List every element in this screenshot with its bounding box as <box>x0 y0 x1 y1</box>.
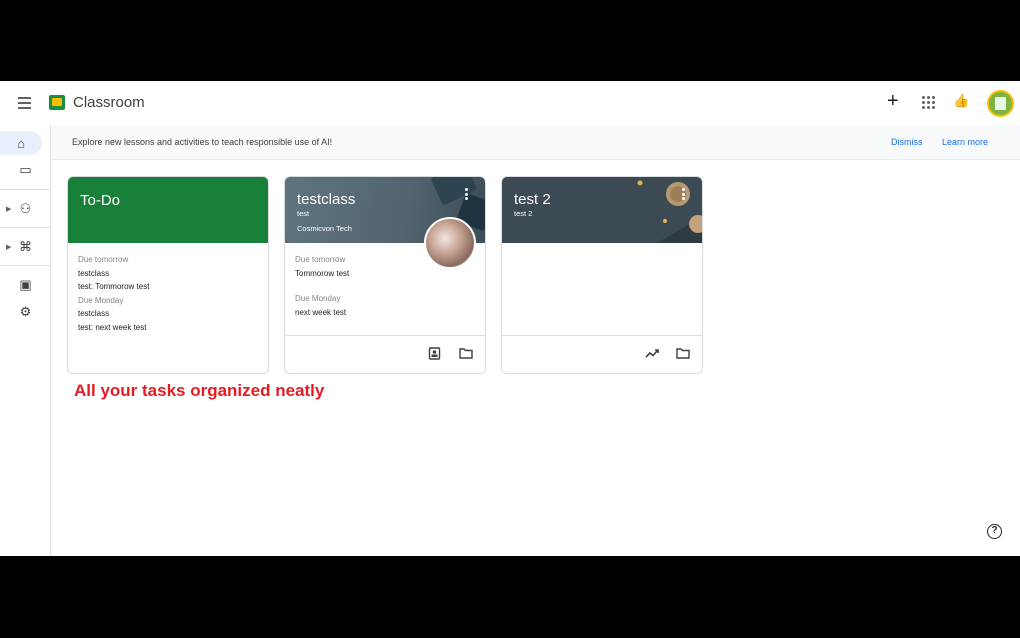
due-label: Due tomorrow <box>295 255 346 264</box>
dismiss-button[interactable]: Dismiss <box>891 137 923 147</box>
todo-item[interactable]: testclass <box>78 307 258 321</box>
graduation-cap-icon: ⌘ <box>19 239 32 254</box>
todo-item[interactable]: test: next week test <box>78 321 258 335</box>
due-label: Due Monday <box>78 295 124 305</box>
due-label: Due Monday <box>295 294 341 303</box>
learn-more-link[interactable]: Learn more <box>942 137 988 147</box>
todo-card-title[interactable]: To-Do <box>80 192 120 209</box>
create-join-class-button[interactable]: + <box>887 91 899 111</box>
sidebar-item-calendar[interactable]: ▭ <box>0 158 51 182</box>
promo-caption: All your tasks organized neatly <box>74 381 325 400</box>
header-illustration <box>637 180 702 243</box>
classroom-logo-icon[interactable] <box>49 95 65 110</box>
ai-lessons-banner: Explore new lessons and activities to te… <box>51 125 1020 160</box>
more-options-icon[interactable] <box>462 188 470 202</box>
assignment-item[interactable]: next week test <box>295 306 475 320</box>
trending-up-icon[interactable] <box>645 347 659 359</box>
home-icon: ⌂ <box>17 135 25 151</box>
folder-icon[interactable] <box>676 347 690 359</box>
class-card-header[interactable]: test 2 test 2 <box>502 177 702 243</box>
class-card-section: test <box>297 209 310 218</box>
google-apps-icon[interactable] <box>922 96 935 109</box>
app-title[interactable]: Classroom <box>73 94 145 111</box>
sidebar-item-enrolled[interactable]: ▶ ⌘ <box>0 235 51 259</box>
settings-icon: ⚙ <box>19 304 32 319</box>
sidebar-divider <box>0 265 51 266</box>
main-menu-icon[interactable] <box>14 94 34 112</box>
top-bar: Classroom + 👍 <box>0 81 1020 125</box>
todo-card[interactable]: To-Do Due tomorrow testclass test: Tommo… <box>67 176 269 374</box>
sidebar-divider <box>0 227 51 228</box>
more-options-icon[interactable] <box>679 188 687 202</box>
class-card-test2[interactable]: test 2 test 2 <box>501 176 703 374</box>
expand-arrow-icon[interactable]: ▶ <box>6 243 11 251</box>
calendar-icon: ▭ <box>19 162 32 177</box>
due-label: Due tomorrow <box>78 255 129 264</box>
account-avatar[interactable] <box>987 90 1014 117</box>
thumbs-up-icon[interactable]: 👍 <box>953 93 969 109</box>
todo-card-body: Due tomorrow testclass test: Tommorow te… <box>78 253 258 334</box>
people-icon: ⚇ <box>19 201 32 216</box>
banner-text: Explore new lessons and activities to te… <box>72 137 333 147</box>
assignment-item[interactable]: Tommorow test <box>295 267 475 281</box>
student-work-icon[interactable] <box>428 347 441 360</box>
archive-icon: ▣ <box>19 277 32 292</box>
sidebar-item-teaching[interactable]: ▶ ⚇ <box>0 197 51 221</box>
help-button[interactable]: ? <box>987 524 1002 539</box>
class-card-title[interactable]: test 2 <box>514 191 551 208</box>
todo-card-header[interactable]: To-Do <box>68 177 268 243</box>
sidebar-item-settings[interactable]: ⚙ <box>0 300 51 324</box>
class-card-footer <box>502 335 702 373</box>
class-card-section: test 2 <box>514 209 533 218</box>
class-card-testclass[interactable]: testclass test Cosmicvon Tech Due tomorr… <box>284 176 486 374</box>
todo-item[interactable]: testclass <box>78 267 258 281</box>
sidebar-divider <box>0 189 51 190</box>
sidebar-item-archived[interactable]: ▣ <box>0 273 51 297</box>
sidebar-item-home[interactable]: ⌂ <box>0 131 42 155</box>
app-window: Classroom + 👍 ⌂ ▭ ▶ ⚇ ▶ ⌘ ▣ ⚙ Explore ne… <box>0 81 1020 556</box>
class-card-footer <box>285 335 485 373</box>
class-card-body: Due tomorrow Tommorow test Due Monday ne… <box>295 253 475 319</box>
class-card-owner[interactable]: Cosmicvon Tech <box>297 224 352 233</box>
todo-item[interactable]: test: Tommorow test <box>78 280 258 294</box>
class-card-title[interactable]: testclass <box>297 191 355 208</box>
sidebar: ⌂ ▭ ▶ ⚇ ▶ ⌘ ▣ ⚙ <box>0 125 51 556</box>
expand-arrow-icon[interactable]: ▶ <box>6 205 11 213</box>
folder-icon[interactable] <box>459 347 473 359</box>
